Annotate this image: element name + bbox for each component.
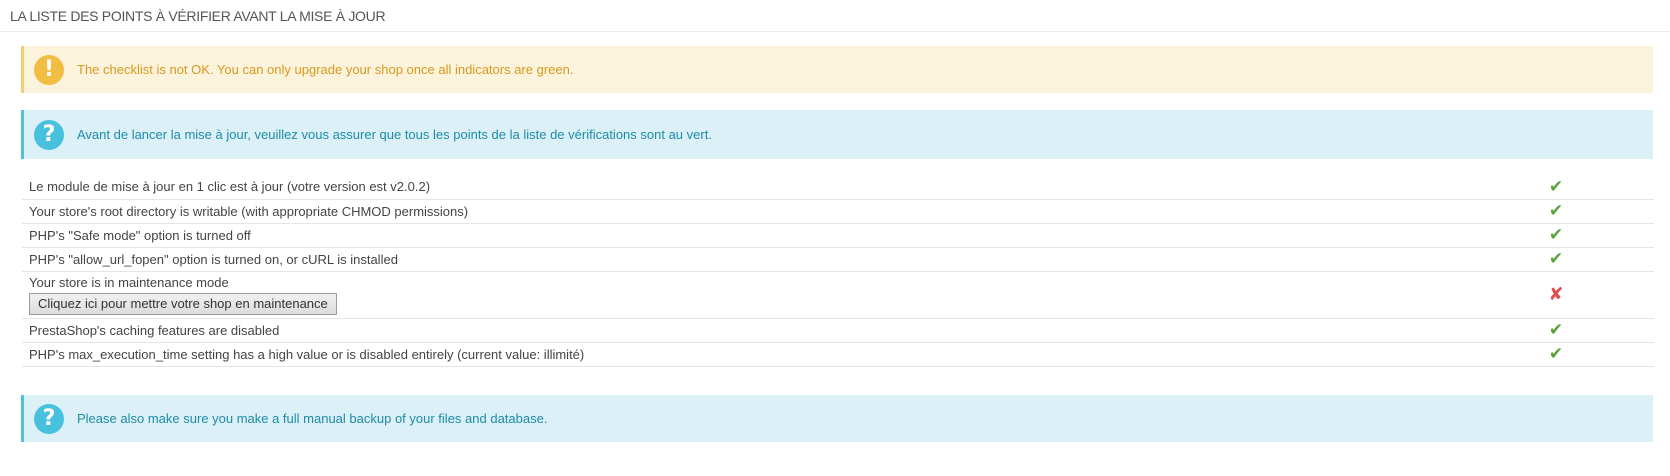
check-label: Your store is in maintenance mode (29, 274, 229, 290)
table-row: PHP's "Safe mode" option is turned off ✔ (22, 223, 1654, 248)
check-label-cell: Your store is in maintenance mode Clique… (22, 271, 1474, 319)
warning-text: The checklist is not OK. You can only up… (77, 62, 574, 77)
panel-title: LA LISTE DES POINTS À VÉRIFIER AVANT LA … (0, 0, 1670, 32)
check-icon: ✔ (1548, 249, 1564, 269)
info-text: Avant de lancer la mise à jour, veuillez… (77, 127, 712, 142)
table-row: Your store's root directory is writable … (22, 199, 1654, 224)
check-icon: ✔ (1548, 176, 1564, 197)
check-label: PHP's max_execution_time setting has a h… (22, 342, 1474, 367)
check-icon: ✔ (1548, 225, 1564, 245)
status-cell: ✔ (1474, 223, 1654, 248)
cross-icon: ✘ (1548, 284, 1564, 305)
checklist-warning-alert: ! The checklist is not OK. You can only … (21, 46, 1653, 93)
enable-maintenance-button[interactable]: Cliquez ici pour mettre votre shop en ma… (29, 292, 337, 315)
status-cell: ✔ (1474, 342, 1654, 367)
check-icon: ✔ (1548, 320, 1564, 340)
check-icon: ✔ (1548, 201, 1564, 221)
status-cell: ✔ (1474, 247, 1654, 272)
table-row: PHP's max_execution_time setting has a h… (22, 342, 1654, 367)
backup-info-alert: ? Please also make sure you make a full … (21, 395, 1653, 442)
table-row: PrestaShop's caching features are disabl… (22, 318, 1654, 343)
question-icon: ? (34, 403, 64, 434)
before-upgrade-info-alert: ? Avant de lancer la mise à jour, veuill… (21, 110, 1653, 159)
check-label: PHP's "allow_url_fopen" option is turned… (22, 247, 1474, 272)
check-label: PrestaShop's caching features are disabl… (22, 318, 1474, 343)
status-cell: ✔ (1474, 199, 1654, 224)
status-cell: ✘ (1474, 271, 1654, 319)
table-row: PHP's "allow_url_fopen" option is turned… (22, 247, 1654, 272)
status-cell: ✔ (1474, 175, 1654, 200)
exclamation-icon: ! (34, 54, 64, 85)
check-label: Your store's root directory is writable … (22, 199, 1474, 224)
status-cell: ✔ (1474, 318, 1654, 343)
question-icon: ? (34, 119, 64, 150)
checklist-table: Le module de mise à jour en 1 clic est à… (22, 175, 1654, 367)
check-icon: ✔ (1548, 344, 1564, 364)
table-row: Le module de mise à jour en 1 clic est à… (22, 175, 1654, 200)
info-text: Please also make sure you make a full ma… (77, 411, 548, 426)
check-label: Le module de mise à jour en 1 clic est à… (22, 175, 1474, 200)
table-row: Your store is in maintenance mode Clique… (22, 271, 1654, 319)
check-label: PHP's "Safe mode" option is turned off (22, 223, 1474, 248)
upgrade-checklist-panel: LA LISTE DES POINTS À VÉRIFIER AVANT LA … (0, 0, 1670, 476)
